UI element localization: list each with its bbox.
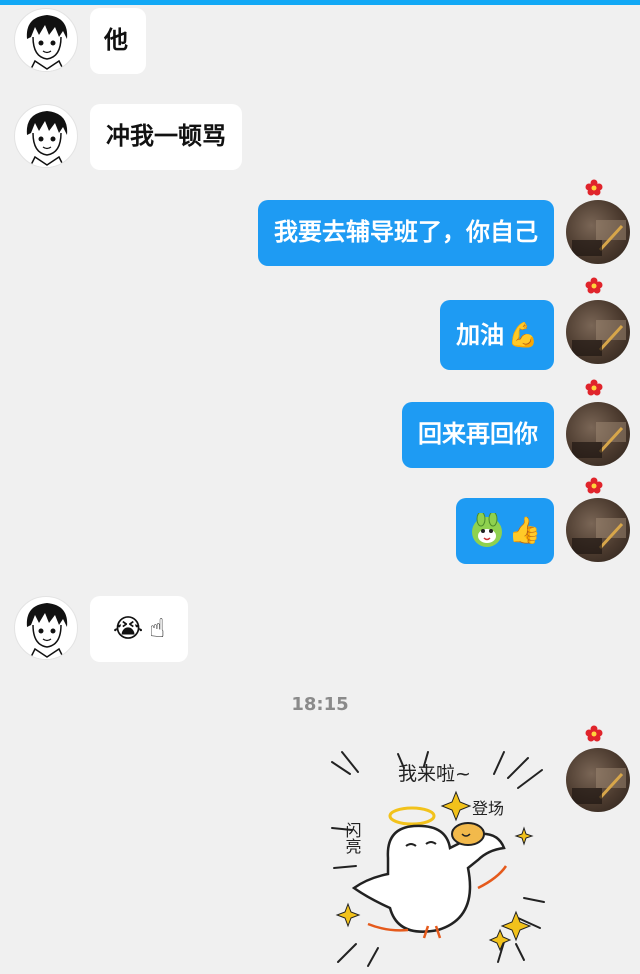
message-text: 加油 [456, 321, 505, 349]
message-bubble[interactable]: 他 [90, 8, 146, 74]
message-row-incoming: 冲我一顿骂 [14, 104, 242, 170]
flower-icon [585, 725, 603, 742]
message-text: 回来再回你 [418, 420, 538, 448]
message-row-outgoing [566, 748, 630, 812]
message-bubble[interactable]: 加油 💪 [440, 300, 554, 370]
message-row-outgoing: 加油 💪 [440, 300, 630, 370]
flower-icon [585, 379, 603, 396]
message-row-outgoing: 回来再回你 [402, 402, 630, 468]
chat-area[interactable]: 他 冲我一顿骂 我要去辅导班了，你自己 加油 💪 回来再回你 👍 😭 ☝ 18:… [0, 0, 640, 973]
pointing-up-icon: ☝ [149, 614, 166, 644]
message-row-incoming: 😭 ☝ [14, 596, 188, 662]
message-bubble[interactable]: 😭 ☝ [90, 596, 188, 662]
message-bubble[interactable]: 冲我一顿骂 [90, 104, 242, 170]
message-row-outgoing: 👍 [456, 498, 630, 564]
avatar[interactable] [14, 8, 78, 72]
photo-avatar-icon [572, 220, 626, 256]
avatar[interactable] [566, 200, 630, 264]
bunny-sticker-icon [471, 513, 502, 547]
photo-avatar-icon [572, 320, 626, 356]
crying-face-icon: 😭 [112, 614, 144, 644]
message-row-incoming: 他 [14, 8, 146, 74]
flower-icon [585, 477, 603, 494]
photo-avatar-icon [572, 768, 626, 804]
flexed-biceps-icon: 💪 [508, 321, 538, 349]
message-text: 我要去辅导班了，你自己 [274, 218, 538, 246]
message-bubble[interactable]: 回来再回你 [402, 402, 554, 468]
avatar[interactable] [566, 402, 630, 466]
message-row-outgoing: 我要去辅导班了，你自己 [258, 200, 630, 266]
flower-icon [585, 277, 603, 294]
anime-boy-icon [26, 603, 68, 659]
avatar[interactable] [566, 300, 630, 364]
duck-sticker-icon: 我来啦~ 闪亮 登场 [331, 751, 545, 967]
message-bubble[interactable]: 👍 [456, 498, 554, 564]
message-text: 冲我一顿骂 [106, 122, 226, 150]
thumbs-up-icon: 👍 [508, 516, 542, 546]
sticker-text-left: 闪亮 [343, 822, 362, 854]
timestamp: 18:15 [291, 694, 349, 715]
sticker-text-top: 我来啦~ [398, 763, 471, 785]
message-bubble[interactable]: 我要去辅导班了，你自己 [258, 200, 554, 266]
sticker-text-right: 登场 [472, 799, 504, 818]
photo-avatar-icon [572, 422, 626, 458]
duck-sticker[interactable]: 我来啦~ 闪亮 登场 [328, 748, 550, 970]
avatar[interactable] [14, 596, 78, 660]
flower-icon [585, 179, 603, 196]
avatar[interactable] [14, 104, 78, 168]
avatar[interactable] [566, 748, 630, 812]
avatar[interactable] [566, 498, 630, 562]
anime-boy-icon [26, 15, 68, 71]
anime-boy-icon [26, 111, 68, 167]
photo-avatar-icon [572, 518, 626, 554]
message-text: 他 [104, 26, 128, 54]
